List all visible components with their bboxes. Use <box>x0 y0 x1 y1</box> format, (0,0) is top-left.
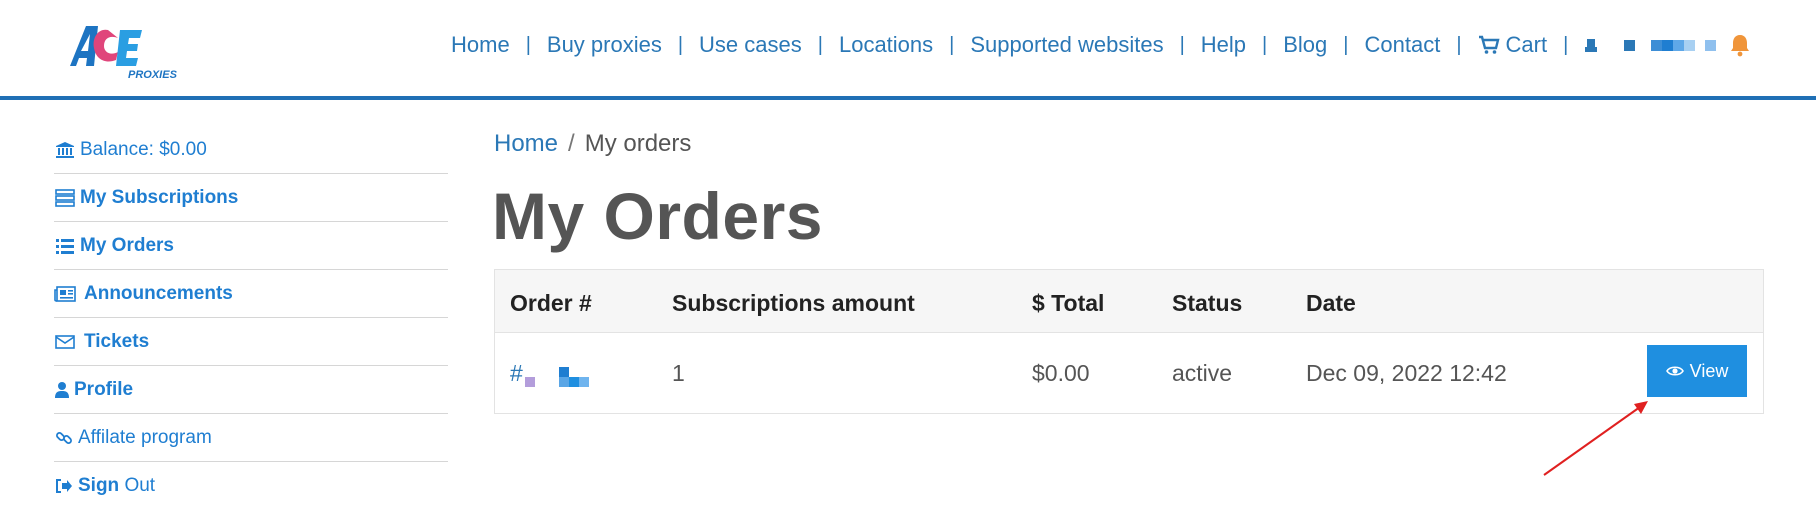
annotation-arrow <box>1543 401 1648 476</box>
sidebar-item-label: Announcements <box>84 282 233 304</box>
user-icon <box>54 381 70 399</box>
breadcrumb: Home / My orders <box>494 130 691 158</box>
sign-out-label-bold: Sign <box>78 475 120 496</box>
column-header-status: Status <box>1172 290 1243 316</box>
sidebar-item-tickets[interactable]: Tickets <box>54 318 448 366</box>
ace-proxies-logo[interactable]: PROXIES <box>58 18 188 80</box>
sidebar-item-my-subscriptions[interactable]: My Subscriptions <box>54 174 448 222</box>
newspaper-icon <box>54 285 76 303</box>
sidebar-item-label: My Subscriptions <box>80 186 239 208</box>
sign-out-label-rest: Out <box>119 475 156 496</box>
nav-separator: | <box>817 33 823 56</box>
order-number-hash: # <box>510 360 523 386</box>
nav-blog[interactable]: Blog <box>1283 32 1327 58</box>
nav-separator: | <box>1343 33 1349 56</box>
nav-separator: | <box>949 33 955 56</box>
sidebar-item-balance[interactable]: Balance: $0.00 <box>54 126 448 174</box>
svg-text:PROXIES: PROXIES <box>128 69 178 80</box>
link-icon <box>54 429 74 447</box>
cart-label: Cart <box>1505 32 1548 57</box>
nav-contact[interactable]: Contact <box>1365 32 1441 58</box>
orders-table: Order # Subscriptions amount $ Total Sta… <box>494 269 1764 414</box>
view-button-label: View <box>1689 360 1729 381</box>
nav-supported-websites[interactable]: Supported websites <box>970 32 1163 58</box>
subscriptions-amount-cell: 1 <box>672 360 685 386</box>
date-cell: Dec 09, 2022 12:42 <box>1306 360 1507 386</box>
server-icon <box>54 188 76 207</box>
bank-icon <box>54 141 76 159</box>
sidebar-item-label: Profile <box>74 378 134 400</box>
nav-separator: | <box>1563 33 1569 56</box>
column-header-order: Order # <box>510 290 592 316</box>
nav-separator: | <box>1179 33 1185 56</box>
sidebar-item-sign-out[interactable]: Sign Out <box>54 462 448 510</box>
sidebar-item-label: Tickets <box>84 330 150 352</box>
cart-icon <box>1478 35 1500 54</box>
sign-out-icon <box>54 477 74 495</box>
sidebar-item-label: Balance: $0.00 <box>80 138 207 160</box>
breadcrumb-home[interactable]: Home <box>494 130 558 157</box>
nav-home[interactable]: Home <box>451 32 510 58</box>
nav-separator: | <box>1456 33 1462 56</box>
view-order-button[interactable]: View <box>1647 345 1747 397</box>
column-header-date: Date <box>1306 290 1356 316</box>
total-cell: $0.00 <box>1032 360 1090 386</box>
nav-cart[interactable]: Cart <box>1478 32 1548 58</box>
sidebar-item-my-orders[interactable]: My Orders <box>54 222 448 270</box>
account-sidebar: Balance: $0.00 My Subscriptions My Order… <box>54 126 448 510</box>
column-header-subscriptions-amount: Subscriptions amount <box>672 290 915 316</box>
column-header-total: $ Total <box>1032 290 1105 316</box>
breadcrumb-separator: / <box>568 130 575 157</box>
bell-icon[interactable] <box>1729 33 1751 57</box>
nav-locations[interactable]: Locations <box>839 32 933 58</box>
site-header: PROXIES Home | Buy proxies | Use cases |… <box>0 0 1816 100</box>
order-number-redacted <box>524 363 589 387</box>
sidebar-item-label: Affilate program <box>78 426 212 448</box>
nav-separator: | <box>1262 33 1268 56</box>
status-cell: active <box>1172 360 1233 386</box>
nav-buy-proxies[interactable]: Buy proxies <box>547 32 662 58</box>
nav-separator: | <box>677 33 684 56</box>
order-number-link[interactable]: # <box>510 360 589 387</box>
sidebar-item-affiliate-program[interactable]: Affilate program <box>54 414 448 462</box>
nav-use-cases[interactable]: Use cases <box>699 32 802 58</box>
page-title: My Orders <box>492 179 823 253</box>
list-icon <box>54 237 76 255</box>
sidebar-item-announcements[interactable]: Announcements <box>54 270 448 318</box>
nav-separator: | <box>525 33 531 56</box>
sidebar-item-label: My Orders <box>80 234 174 256</box>
user-icon <box>1585 39 1598 52</box>
breadcrumb-current: My orders <box>584 130 692 157</box>
envelope-icon <box>54 333 76 351</box>
table-header-row: Order # Subscriptions amount $ Total Sta… <box>495 270 1763 333</box>
user-account-menu[interactable] <box>1584 37 1717 53</box>
sidebar-item-profile[interactable]: Profile <box>54 366 448 414</box>
eye-icon <box>1665 366 1684 376</box>
main-nav: Home | Buy proxies | Use cases | Locatio… <box>451 30 1717 60</box>
nav-help[interactable]: Help <box>1201 32 1246 58</box>
